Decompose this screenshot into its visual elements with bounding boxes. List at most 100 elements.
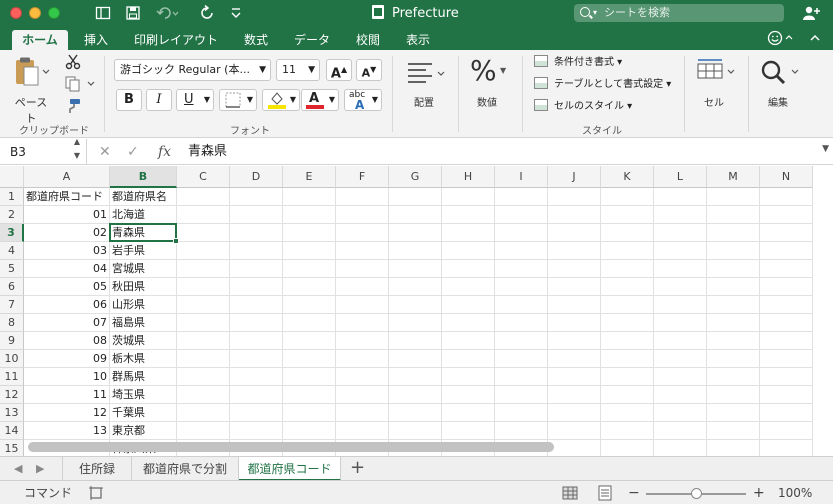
- cell[interactable]: [601, 260, 654, 278]
- cell[interactable]: [654, 206, 707, 224]
- row-header[interactable]: 2: [0, 206, 24, 224]
- cell[interactable]: [442, 386, 495, 404]
- horizontal-scrollbar[interactable]: [28, 442, 554, 452]
- cell[interactable]: [177, 260, 230, 278]
- cell[interactable]: [442, 368, 495, 386]
- cell[interactable]: [707, 350, 760, 368]
- cell[interactable]: [707, 440, 760, 456]
- cell[interactable]: [707, 296, 760, 314]
- cell[interactable]: [707, 422, 760, 440]
- cell[interactable]: [230, 368, 283, 386]
- font-name-select[interactable]: 游ゴシック Regular (本... ▼: [114, 59, 271, 81]
- row-header[interactable]: 14: [0, 422, 24, 440]
- cell[interactable]: 02: [24, 224, 110, 242]
- tab-page-layout[interactable]: 印刷レイアウト: [126, 30, 226, 50]
- cell[interactable]: [548, 260, 601, 278]
- cell[interactable]: [336, 314, 389, 332]
- cell[interactable]: [230, 224, 283, 242]
- cell[interactable]: [230, 260, 283, 278]
- column-header[interactable]: N: [760, 166, 813, 188]
- cell[interactable]: [283, 224, 336, 242]
- sheet-tab-address[interactable]: 住所録: [62, 457, 132, 481]
- cell[interactable]: [601, 404, 654, 422]
- column-header[interactable]: M: [707, 166, 760, 188]
- cell[interactable]: [336, 188, 389, 206]
- cell[interactable]: [442, 296, 495, 314]
- borders-button[interactable]: ▼: [219, 89, 257, 111]
- cell[interactable]: [654, 260, 707, 278]
- cancel-icon[interactable]: ✕: [99, 139, 111, 165]
- cell[interactable]: [230, 386, 283, 404]
- zoom-out-button[interactable]: −: [628, 481, 640, 504]
- cell[interactable]: 10: [24, 368, 110, 386]
- cell[interactable]: [177, 332, 230, 350]
- row-header[interactable]: 7: [0, 296, 24, 314]
- maximize-icon[interactable]: [48, 7, 60, 19]
- cell[interactable]: [283, 296, 336, 314]
- cell[interactable]: 09: [24, 350, 110, 368]
- sheet-tab-split[interactable]: 都道府県で分割: [132, 457, 239, 481]
- cell[interactable]: [389, 332, 442, 350]
- name-box[interactable]: B3 ▲ ▼: [0, 137, 87, 165]
- cell[interactable]: [760, 350, 813, 368]
- cell[interactable]: [707, 368, 760, 386]
- cell[interactable]: [707, 332, 760, 350]
- cell[interactable]: [336, 242, 389, 260]
- cell[interactable]: [442, 188, 495, 206]
- cell[interactable]: [548, 332, 601, 350]
- cell-style-button[interactable]: セルのスタイル ▾: [534, 98, 632, 116]
- italic-button[interactable]: I: [146, 89, 172, 111]
- cell[interactable]: [283, 332, 336, 350]
- cell[interactable]: [230, 296, 283, 314]
- cell[interactable]: [548, 206, 601, 224]
- cell[interactable]: 11: [24, 386, 110, 404]
- cell[interactable]: [707, 242, 760, 260]
- column-header[interactable]: G: [389, 166, 442, 188]
- column-header[interactable]: I: [495, 166, 548, 188]
- cell[interactable]: [707, 386, 760, 404]
- cell[interactable]: [601, 224, 654, 242]
- cell[interactable]: [495, 368, 548, 386]
- cell[interactable]: [601, 314, 654, 332]
- cell[interactable]: [760, 404, 813, 422]
- cut-icon[interactable]: [64, 54, 82, 70]
- cell[interactable]: [442, 278, 495, 296]
- cell[interactable]: [601, 332, 654, 350]
- cell[interactable]: [230, 332, 283, 350]
- cell[interactable]: [177, 188, 230, 206]
- cell[interactable]: [283, 206, 336, 224]
- cell[interactable]: 青森県: [110, 224, 177, 242]
- cell[interactable]: [548, 350, 601, 368]
- page-layout-view-icon[interactable]: [597, 485, 613, 504]
- cell[interactable]: [177, 206, 230, 224]
- cell[interactable]: [177, 278, 230, 296]
- cell[interactable]: [654, 314, 707, 332]
- zoom-in-button[interactable]: +: [753, 481, 765, 504]
- cell[interactable]: [548, 278, 601, 296]
- cell[interactable]: [442, 422, 495, 440]
- cell[interactable]: [760, 206, 813, 224]
- function-icon[interactable]: fx: [158, 139, 171, 165]
- cell[interactable]: [283, 386, 336, 404]
- cell[interactable]: [707, 224, 760, 242]
- add-sheet-button[interactable]: +: [350, 457, 365, 481]
- cell[interactable]: [442, 260, 495, 278]
- cell[interactable]: [230, 404, 283, 422]
- cell[interactable]: [336, 224, 389, 242]
- cell[interactable]: [230, 350, 283, 368]
- cell[interactable]: [230, 314, 283, 332]
- cell[interactable]: [495, 404, 548, 422]
- cell[interactable]: [177, 404, 230, 422]
- zoom-slider-thumb[interactable]: [691, 488, 702, 499]
- cell[interactable]: [283, 314, 336, 332]
- cell[interactable]: [760, 278, 813, 296]
- cell[interactable]: [283, 350, 336, 368]
- cell[interactable]: [230, 242, 283, 260]
- cell[interactable]: [177, 350, 230, 368]
- cell[interactable]: [654, 440, 707, 456]
- cell[interactable]: 宮城県: [110, 260, 177, 278]
- cell[interactable]: [495, 224, 548, 242]
- cell[interactable]: [336, 422, 389, 440]
- cell[interactable]: [336, 368, 389, 386]
- cell[interactable]: [601, 206, 654, 224]
